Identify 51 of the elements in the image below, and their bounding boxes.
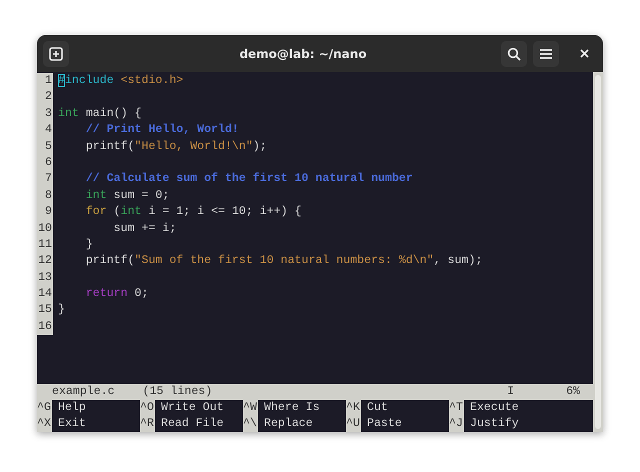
shortcut-label: Write Out [155, 400, 243, 416]
search-icon [507, 46, 521, 60]
plus-square-icon [49, 46, 63, 60]
line-number: 6 [37, 154, 53, 172]
code-line: } [84, 236, 93, 253]
scroll-percent: 6% [566, 384, 580, 400]
close-icon [580, 49, 588, 58]
search-button[interactable] [501, 40, 527, 66]
line-number: 12 [37, 253, 53, 270]
line-number: 16 [37, 318, 53, 336]
line-number: 3 [37, 106, 53, 122]
code-line: // Print Hello, World! [84, 122, 239, 138]
shortcut-label: Justify [464, 416, 593, 432]
line-number: 15 [37, 302, 53, 319]
line-number: 5 [37, 138, 53, 155]
code-line: sum += i; [112, 220, 176, 237]
code-line: int main() { [58, 106, 142, 122]
line-number: 7 [37, 171, 53, 188]
code-line: for (int i = 1; i <= 10; i++) { [84, 204, 302, 220]
line-number: 10 [37, 220, 53, 237]
code-line: int sum = 0; [84, 188, 170, 204]
code-line: return 0; [84, 286, 148, 302]
line-number: 8 [37, 188, 53, 204]
line-number: 4 [37, 122, 53, 139]
shortcut-label: Paste [361, 416, 449, 432]
scrollbar-thumb[interactable] [595, 75, 601, 429]
code-line: printf("Sum of the first 10 natural numbers: %d\n", sum); [84, 253, 482, 270]
cursor-position: I [507, 384, 514, 400]
shortcut-label: Read File [155, 416, 243, 432]
line-count: (15 lines) [142, 384, 212, 400]
code-line: } [58, 302, 65, 318]
code-line: // Calculate sum of the first 10 natural number [84, 171, 413, 188]
shortcut-label: Exit [52, 416, 140, 432]
code-line: printf("Hello, World!\n"); [84, 138, 267, 155]
new-tab-button[interactable] [43, 40, 69, 66]
line-number: 14 [37, 286, 53, 302]
line-number: 13 [37, 270, 53, 286]
file-name: example.c [52, 384, 115, 400]
shortcut-label: Help [52, 400, 140, 416]
shortcut-label: Cut [361, 400, 449, 416]
line-number: 1 [37, 73, 53, 90]
line-number: 11 [37, 236, 53, 254]
line-number: 9 [37, 204, 53, 221]
scrollbar[interactable] [593, 72, 603, 432]
shortcut-label: Execute [464, 400, 593, 416]
shortcut-label: Replace [258, 416, 346, 432]
window-title: demo@lab: ~/nano [238, 46, 368, 60]
menu-icon [539, 48, 553, 60]
menu-button[interactable] [533, 40, 559, 66]
shortcut-label: Where Is [258, 400, 346, 416]
line-number: 2 [37, 89, 53, 106]
